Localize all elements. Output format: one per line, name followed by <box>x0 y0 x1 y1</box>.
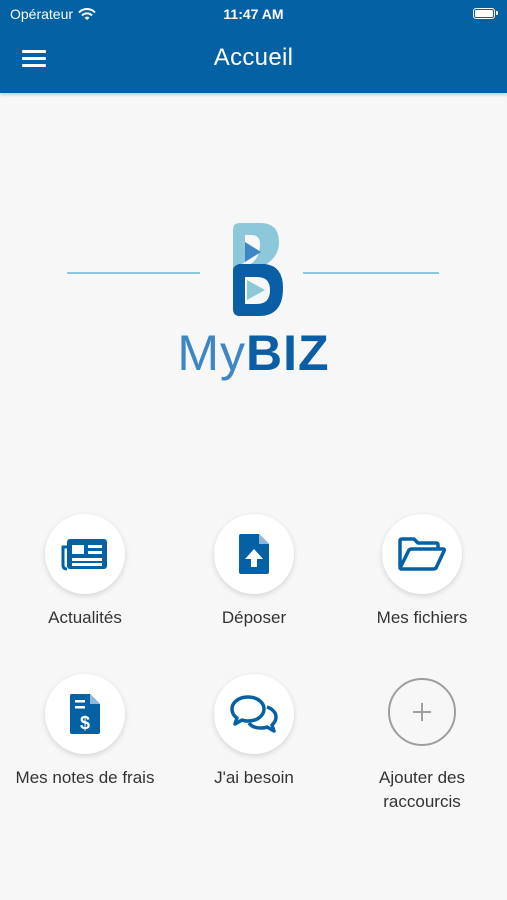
shortcut-label: Ajouter des raccourcis <box>379 768 465 811</box>
logo-text-biz: BIZ <box>246 325 330 381</box>
chat-bubbles-icon <box>230 695 278 733</box>
shortcut-circle <box>45 514 125 594</box>
folder-open-icon <box>398 537 447 571</box>
shortcut-actualites[interactable]: Actualités <box>10 514 160 630</box>
shortcut-label: Mes fichiers <box>376 608 468 627</box>
status-time: 11:47 AM <box>223 6 284 22</box>
shortcut-circle <box>382 514 462 594</box>
status-bar: Opérateur 11:47 AM <box>0 0 507 28</box>
logo-mark-icon <box>233 223 283 316</box>
shortcut-circle <box>214 514 294 594</box>
logo-divider-left <box>67 272 200 274</box>
newspaper-icon <box>61 539 107 571</box>
logo-wordmark: MyBIZ <box>0 328 507 378</box>
mybiz-logo: MyBIZ <box>0 215 507 385</box>
shortcut-circle <box>214 674 294 754</box>
shortcut-circle: $ <box>45 674 125 754</box>
add-shortcut-circle <box>388 678 456 746</box>
shortcut-mes-notes-de-frais[interactable]: $ Mes notes de frais <box>10 674 160 790</box>
app-header: Opérateur 11:47 AM Accueil <box>0 0 507 93</box>
shortcut-label: Mes notes de frais <box>15 768 155 787</box>
plus-icon <box>413 703 431 721</box>
page-title: Accueil <box>213 44 294 71</box>
shortcut-deposer[interactable]: Déposer <box>179 514 329 630</box>
shortcut-label: Actualités <box>48 608 122 627</box>
shortcut-ajouter-des-raccourcis[interactable]: Ajouter des raccourcis <box>347 674 497 814</box>
expense-file-icon: $ <box>70 694 100 734</box>
shortcut-mes-fichiers[interactable]: Mes fichiers <box>347 514 497 630</box>
shortcut-jai-besoin[interactable]: J'ai besoin <box>179 674 329 790</box>
shortcut-label: J'ai besoin <box>214 768 294 787</box>
logo-divider-right <box>303 272 439 274</box>
battery-icon <box>473 8 498 19</box>
shortcut-label: Déposer <box>221 608 287 627</box>
logo-text-my: My <box>177 325 247 381</box>
svg-text:$: $ <box>80 713 90 733</box>
file-upload-icon <box>239 534 269 574</box>
